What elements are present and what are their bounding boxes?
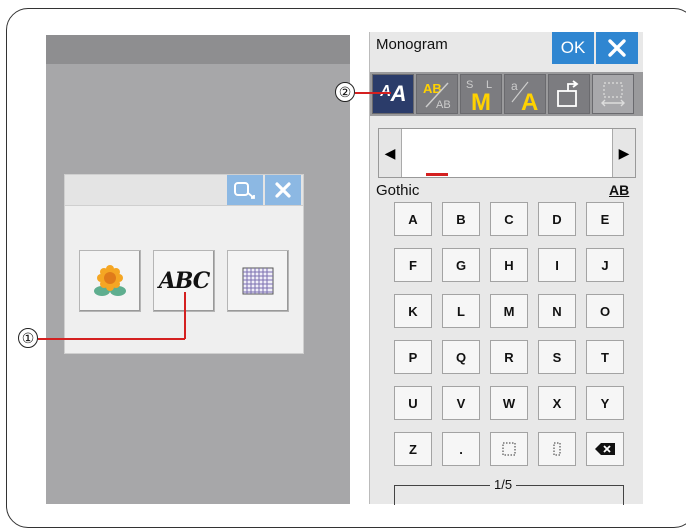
key-h[interactable]: H <box>490 248 528 282</box>
key-p[interactable]: P <box>394 340 432 374</box>
callout-1: ① <box>18 328 38 348</box>
key-z[interactable]: Z <box>394 432 432 466</box>
monogram-screen: Monogram OK ᴬA AB AB S L M a A ◀ ▶ Gothi… <box>369 32 643 505</box>
hoop-icon <box>234 182 255 199</box>
text-cursor <box>426 173 448 176</box>
key-x[interactable]: X <box>538 386 576 420</box>
return-icon <box>557 80 579 107</box>
callout-2-line <box>355 92 391 94</box>
letter-case-button[interactable]: a A <box>504 74 546 114</box>
flower-icon <box>94 265 126 296</box>
key-d[interactable]: D <box>538 202 576 236</box>
key-narrow-space[interactable] <box>538 432 576 466</box>
arrow-left-icon: ◀ <box>384 144 396 161</box>
key-y[interactable]: Y <box>586 386 624 420</box>
key-j[interactable]: J <box>586 248 624 282</box>
case-indicator: AB <box>609 182 630 198</box>
key-period[interactable]: . <box>442 432 480 466</box>
key-f[interactable]: F <box>394 248 432 282</box>
page-indicator: 1/5 <box>490 477 517 492</box>
left-top-bar <box>46 35 350 64</box>
key-o[interactable]: O <box>586 294 624 328</box>
built-in-designs-button[interactable] <box>79 250 141 312</box>
screen-title: Monogram <box>376 36 448 53</box>
svg-text:a: a <box>511 79 518 93</box>
key-g[interactable]: G <box>442 248 480 282</box>
key-s[interactable]: S <box>538 340 576 374</box>
close-button[interactable] <box>596 32 638 64</box>
case-icon: a A <box>511 79 538 112</box>
svg-text:M: M <box>471 89 491 112</box>
key-n[interactable]: N <box>538 294 576 328</box>
monogram-toolbar: ᴬA AB AB S L M a A <box>370 72 643 116</box>
abc-icon: ABC <box>158 268 211 294</box>
hoop-select-button[interactable] <box>227 175 263 205</box>
spacing-icon <box>601 82 625 107</box>
space-icon <box>502 442 516 456</box>
key-v[interactable]: V <box>442 386 480 420</box>
font-icon: ᴬA <box>379 81 407 106</box>
font-select-button[interactable]: ᴬA <box>372 74 414 114</box>
text-layout-button[interactable]: AB AB <box>416 74 458 114</box>
key-space[interactable] <box>490 432 528 466</box>
dialog-close-button[interactable] <box>265 175 301 205</box>
return-button[interactable] <box>548 74 590 114</box>
cursor-right-button[interactable]: ▶ <box>612 129 635 177</box>
key-u[interactable]: U <box>394 386 432 420</box>
spacing-button[interactable] <box>592 74 634 114</box>
key-q[interactable]: Q <box>442 340 480 374</box>
svg-text:AB: AB <box>436 99 451 111</box>
backspace-icon <box>595 443 615 455</box>
key-r[interactable]: R <box>490 340 528 374</box>
key-c[interactable]: C <box>490 202 528 236</box>
ok-button[interactable]: OK <box>552 32 594 64</box>
key-backspace[interactable] <box>586 432 624 466</box>
key-l[interactable]: L <box>442 294 480 328</box>
grid-icon <box>242 267 274 295</box>
key-a[interactable]: A <box>394 202 432 236</box>
key-k[interactable]: K <box>394 294 432 328</box>
arrow-right-icon: ▶ <box>618 144 630 161</box>
svg-text:A: A <box>521 89 538 112</box>
letter-size-button[interactable]: S L M <box>460 74 502 114</box>
page-indicator-box: 1/5 <box>394 477 624 505</box>
text-input-field[interactable]: ◀ ▶ <box>378 128 636 178</box>
narrow-space-icon <box>553 442 561 456</box>
grid-design-button[interactable] <box>227 250 289 312</box>
key-m[interactable]: M <box>490 294 528 328</box>
callout-2: ② <box>335 82 355 102</box>
key-e[interactable]: E <box>586 202 624 236</box>
font-name: Gothic <box>376 182 420 199</box>
layout-icon: AB AB <box>423 81 451 111</box>
close-icon <box>275 182 291 198</box>
cursor-left-button[interactable]: ◀ <box>379 129 402 177</box>
key-t[interactable]: T <box>586 340 624 374</box>
size-icon: S L M <box>466 79 492 112</box>
key-w[interactable]: W <box>490 386 528 420</box>
callout-1-riser <box>184 292 186 339</box>
key-i[interactable]: I <box>538 248 576 282</box>
close-icon <box>608 39 626 57</box>
callout-1-line <box>38 338 185 340</box>
key-b[interactable]: B <box>442 202 480 236</box>
